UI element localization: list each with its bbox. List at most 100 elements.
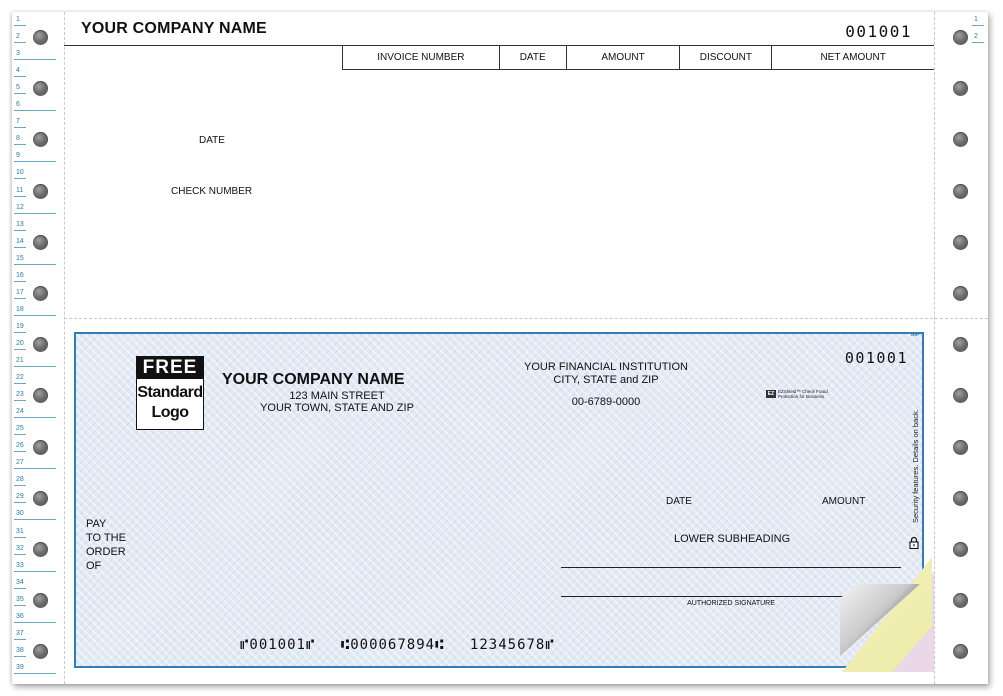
stub-company-name: YOUR COMPANY NAME <box>81 20 267 37</box>
address-line-1: 123 MAIN STREET <box>289 390 385 402</box>
line-number: 33 <box>16 561 24 569</box>
right-perforation <box>934 12 935 684</box>
tractor-hole <box>953 439 968 455</box>
tractor-hole <box>953 388 968 404</box>
lower-subheading: LOWER SUBHEADING <box>674 533 791 545</box>
tractor-hole <box>953 337 968 353</box>
col-net-amount: NET AMOUNT <box>820 51 886 63</box>
bank-info: YOUR FINANCIAL INSTITUTION CITY, STATE a… <box>516 361 696 387</box>
line-rule <box>14 604 26 606</box>
line-rule <box>14 383 26 385</box>
line-number: 9 <box>16 152 20 160</box>
tractor-hole <box>33 132 48 148</box>
line-number: 38 <box>16 646 24 654</box>
logo-logo-text: Logo <box>151 404 189 421</box>
micr-routing-number: ⑆000067894⑆ <box>340 637 445 653</box>
line-number: 27 <box>16 459 24 467</box>
payee-line <box>561 567 901 568</box>
line-rule <box>14 570 56 572</box>
line-number: 18 <box>16 305 24 313</box>
line-number: 2 <box>974 33 978 41</box>
col-discount: DISCOUNT <box>680 45 773 69</box>
line-number: 22 <box>16 374 24 382</box>
tractor-hole <box>33 183 48 199</box>
line-number: 14 <box>16 237 24 245</box>
line-rule <box>14 621 56 623</box>
line-rule <box>14 434 26 436</box>
tractor-hole <box>33 388 48 404</box>
line-number: 35 <box>16 595 24 603</box>
tractor-hole <box>33 644 48 660</box>
tractor-hole <box>33 542 48 557</box>
line-number: 13 <box>16 220 24 228</box>
line-rule <box>14 127 26 129</box>
line-rule <box>14 144 26 146</box>
tractor-hole <box>953 542 968 557</box>
micr-check-number: ⑈001001⑈ <box>240 637 316 653</box>
stub-check-number-label: CHECK NUMBER <box>171 186 253 197</box>
line-number: 29 <box>16 493 24 501</box>
line-rule <box>14 263 56 265</box>
line-rule <box>14 348 26 350</box>
line-rule <box>972 25 984 26</box>
check-amount-label: AMOUNT <box>822 496 866 507</box>
address-line-2: YOUR TOWN, STATE AND ZIP <box>260 402 414 414</box>
line-number: 21 <box>16 357 24 364</box>
ezshield-icon: EZ <box>766 390 776 398</box>
bank-city: CITY, STATE and ZIP <box>553 374 659 386</box>
line-rule <box>14 536 26 538</box>
bank-name: YOUR FINANCIAL INSTITUTION <box>524 361 688 373</box>
line-rule <box>14 331 26 333</box>
line-number: 6 <box>16 101 20 109</box>
tractor-hole <box>33 337 48 353</box>
line-rule <box>14 161 56 163</box>
line-rule <box>14 93 26 95</box>
line-rule <box>14 468 56 470</box>
tractor-hole <box>33 593 48 609</box>
security-features-note: Security features. Details on back. <box>911 409 920 524</box>
line-number: 12 <box>16 203 24 211</box>
right-tractor-strip: 12 <box>934 12 988 684</box>
line-rule <box>14 519 56 521</box>
tractor-hole <box>33 490 48 506</box>
logo-placeholder: FREE Standard Logo <box>136 356 204 430</box>
line-rule <box>14 178 26 180</box>
line-number: 19 <box>16 322 24 330</box>
line-number: 4 <box>16 67 20 75</box>
line-rule <box>14 451 26 453</box>
line-number: 37 <box>16 629 24 637</box>
line-rule <box>14 485 26 487</box>
line-rule <box>14 502 26 504</box>
line-rule <box>14 297 26 299</box>
logo-standard-text: Standard <box>137 384 203 401</box>
line-number: 31 <box>16 527 24 535</box>
line-number: 26 <box>16 442 24 450</box>
line-rule <box>14 314 56 316</box>
tractor-hole <box>33 234 48 250</box>
mp-mark: MP <box>911 332 920 338</box>
signature-line <box>561 596 846 597</box>
stub-date-label: DATE <box>199 135 225 146</box>
line-number: 28 <box>16 476 24 484</box>
line-rule <box>14 400 26 402</box>
line-rule <box>14 672 56 674</box>
line-rule <box>14 42 26 44</box>
micr-line: ⑈001001⑈ ⑆000067894⑆ 12345678⑈ <box>240 637 571 653</box>
ezshield-line-2: Protection for Business <box>778 394 825 399</box>
tractor-hole <box>33 81 48 97</box>
line-number: 34 <box>16 578 24 586</box>
tractor-hole <box>953 30 968 45</box>
line-rule <box>14 553 26 555</box>
col-invoice-number: INVOICE NUMBER <box>343 45 500 69</box>
line-number: 2 <box>16 33 20 41</box>
line-rule <box>14 587 26 589</box>
line-number: 30 <box>16 510 24 518</box>
line-number: 10 <box>16 169 24 177</box>
tractor-hole <box>953 132 968 148</box>
line-number: 17 <box>16 288 24 296</box>
check-company-name: YOUR COMPANY NAME <box>222 371 405 388</box>
ezshield-badge: EZ EZShield™ Check Fraud Protection for … <box>766 389 828 399</box>
line-number: 3 <box>16 50 20 58</box>
micr-account-number: 12345678⑈ <box>469 637 555 653</box>
check-body: MP FREE Standard Logo YOUR COMPANY NAME … <box>74 332 924 668</box>
